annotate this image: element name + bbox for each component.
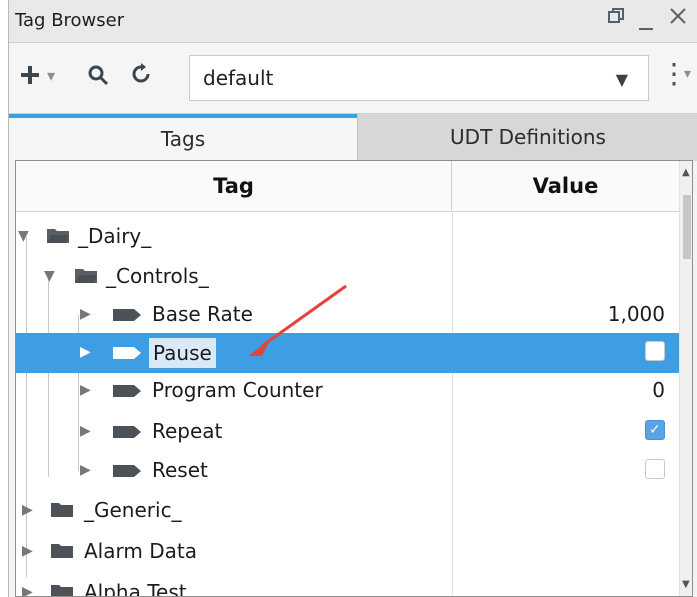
toolbar: ▾ default ▼ ⋮ ▾: [9, 43, 697, 113]
tag-value: 0: [652, 378, 665, 402]
tree-row[interactable]: ▼ _Controls_: [16, 257, 679, 297]
vertical-scrollbar[interactable]: ▲ ▼: [679, 161, 692, 596]
tree-label: Base Rate: [152, 302, 253, 326]
tree-row[interactable]: ▶ Repeat ✓: [16, 412, 679, 452]
expand-icon[interactable]: ▶: [80, 462, 91, 478]
tree-label: _Generic_: [84, 498, 182, 522]
tree-row[interactable]: ▶ Alarm Data: [16, 532, 679, 572]
tag-browser-panel: Tag Browser ▾ default ▼ ⋮ ▾ Tags UDT Def…: [8, 0, 697, 597]
column-header-tag[interactable]: Tag: [16, 161, 452, 212]
tag-icon: [113, 385, 141, 397]
table-header: Tag Value: [16, 161, 679, 212]
tree-label: Alarm Data: [84, 539, 197, 563]
expand-icon[interactable]: ▶: [22, 543, 33, 559]
expand-icon[interactable]: ▶: [80, 382, 91, 398]
expand-icon[interactable]: ▶: [80, 344, 91, 360]
provider-select[interactable]: default ▼: [189, 55, 649, 101]
expand-icon[interactable]: ▶: [22, 584, 33, 596]
value-checkbox[interactable]: [645, 341, 665, 361]
tree-row[interactable]: ▶ Alpha Test: [16, 573, 679, 597]
tab-tags[interactable]: Tags: [9, 114, 357, 161]
collapse-icon[interactable]: ▼: [44, 268, 55, 284]
value-checkbox[interactable]: [645, 459, 665, 479]
restore-icon[interactable]: [607, 6, 625, 31]
refresh-icon[interactable]: [129, 60, 153, 93]
folder-icon: [51, 544, 73, 558]
check-icon: ✓: [649, 422, 661, 438]
expand-icon[interactable]: ▶: [22, 502, 33, 518]
scroll-up-icon[interactable]: ▲: [682, 167, 690, 178]
collapse-icon[interactable]: ▼: [18, 228, 29, 244]
tree-label: Alpha Test: [84, 580, 187, 597]
open-folder-icon: [47, 229, 69, 243]
tree-label: Pause: [149, 338, 216, 368]
more-menu-caret-icon[interactable]: ▾: [684, 66, 691, 82]
tab-udt-definitions[interactable]: UDT Definitions: [357, 114, 697, 161]
tag-icon: [113, 309, 141, 321]
tree-label: Repeat: [152, 419, 223, 443]
scroll-down-icon[interactable]: ▼: [682, 579, 690, 590]
tag-icon: [113, 426, 141, 438]
scrollbar-thumb[interactable]: [683, 195, 691, 259]
tree-row[interactable]: ▶ Program Counter 0: [16, 371, 679, 411]
chevron-down-icon[interactable]: ▼: [616, 70, 628, 89]
provider-value: default: [203, 66, 274, 90]
tag-icon: [113, 347, 141, 359]
expand-icon[interactable]: ▶: [80, 423, 91, 439]
tree-row[interactable]: ▶ _Generic_: [16, 491, 679, 531]
tree-label: _Controls_: [106, 264, 209, 288]
value-checkbox[interactable]: ✓: [645, 420, 665, 440]
tree-row[interactable]: ▶ Reset: [16, 451, 679, 491]
open-folder-icon: [75, 269, 97, 283]
tag-value: 1,000: [607, 302, 665, 326]
tree-label: Program Counter: [152, 378, 323, 402]
folder-icon: [51, 503, 73, 517]
tag-table: Tag Value ▼ _Dairy_ ▼ _Controls_ ▶ Base …: [15, 160, 693, 597]
plus-icon[interactable]: [19, 60, 41, 93]
tree-row[interactable]: ▼ _Dairy_: [16, 217, 679, 257]
expand-icon[interactable]: ▶: [80, 306, 91, 322]
tree-row[interactable]: ▶ Base Rate 1,000: [16, 295, 679, 335]
close-icon[interactable]: [668, 6, 688, 32]
tree-row-selected[interactable]: ▶ Pause: [16, 333, 679, 373]
folder-icon: [51, 585, 73, 596]
tab-strip: Tags UDT Definitions: [9, 113, 697, 161]
add-menu-caret-icon[interactable]: ▾: [47, 66, 55, 85]
tag-icon: [113, 465, 141, 477]
column-header-value[interactable]: Value: [452, 161, 679, 212]
title-bar: Tag Browser: [9, 0, 697, 43]
minimize-icon[interactable]: [637, 14, 655, 39]
tree-label: _Dairy_: [78, 224, 152, 248]
tree-label: Reset: [152, 458, 208, 482]
search-icon[interactable]: [87, 60, 109, 93]
window-title: Tag Browser: [15, 10, 125, 31]
